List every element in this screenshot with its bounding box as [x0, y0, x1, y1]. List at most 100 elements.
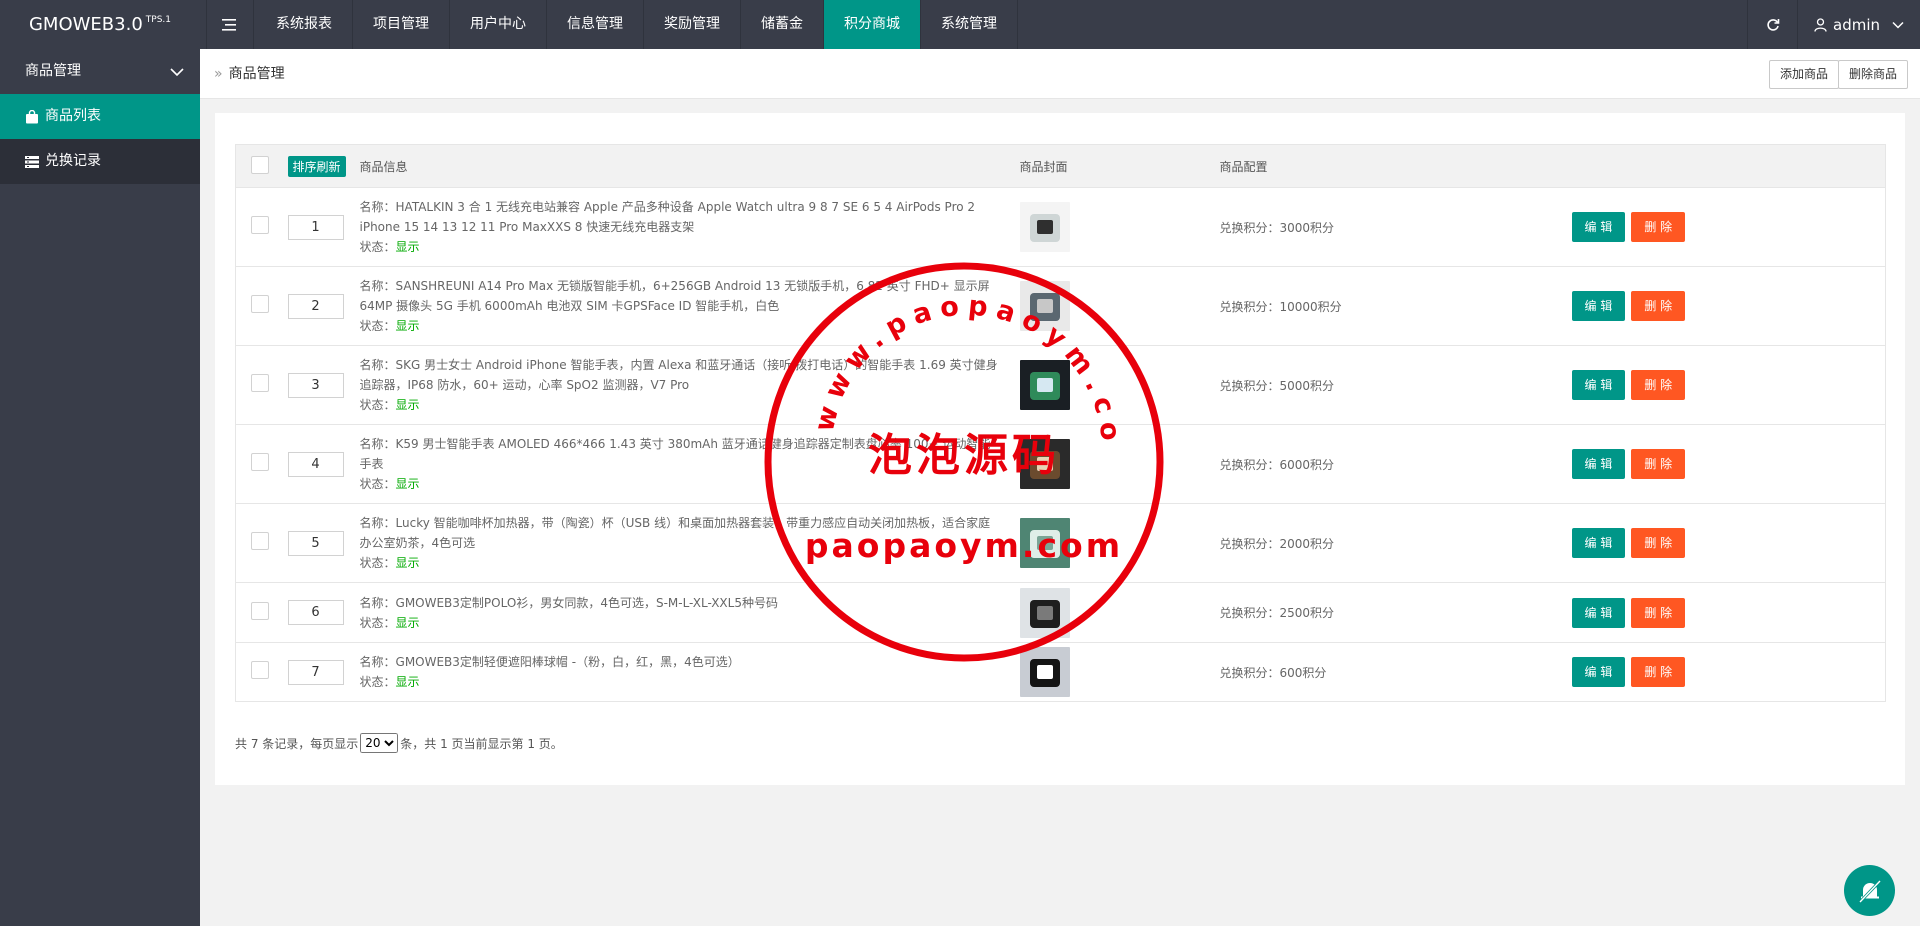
status-prefix: 状态： [359, 240, 396, 254]
edit-button[interactable]: 编 辑 [1571, 291, 1626, 321]
table-row: 名称：GMOWEB3定制轻便遮阳棒球帽 -（粉，白，红，黑，4色可选） 状态：显… [235, 642, 1886, 702]
goods-info: 名称：GMOWEB3定制轻便遮阳棒球帽 -（粉，白，红，黑，4色可选） 状态：显… [359, 642, 1020, 702]
breadcrumb-current: 商品管理 [228, 66, 285, 82]
sort-order-input[interactable] [287, 659, 344, 685]
goods-info: 名称：HATALKIN 3 合 1 无线充电站兼容 Apple 产品多种设备 A… [359, 187, 1020, 267]
name-prefix: 名称： [359, 358, 396, 372]
goods-status: 状态：显示 [360, 553, 1000, 573]
goods-cover-image[interactable] [1019, 439, 1070, 489]
sort-order-input[interactable] [287, 293, 344, 319]
nav-item-info[interactable]: 信息管理 [547, 0, 644, 49]
refresh-icon [1766, 18, 1779, 31]
goods-cover-image[interactable] [1019, 202, 1070, 252]
row-checkbox[interactable] [251, 453, 269, 471]
goods-config: 兑换积分：3000积分 [1219, 187, 1572, 267]
sidebar-group-goods[interactable]: 商品管理 [0, 49, 200, 94]
nav-item-savings[interactable]: 储蓄金 [741, 0, 824, 49]
sort-order-input[interactable] [287, 530, 344, 556]
status-prefix: 状态： [359, 477, 396, 491]
sort-order-input[interactable] [287, 451, 344, 477]
nav-item-users[interactable]: 用户中心 [450, 0, 547, 49]
sidebar-item-goods-list[interactable]: 商品列表 [0, 94, 200, 139]
goods-status: 状态：显示 [360, 316, 1000, 336]
status-value: 显示 [395, 615, 420, 630]
header-info: 商品信息 [359, 144, 1020, 188]
list-icon [25, 155, 39, 168]
delete-button[interactable]: 删 除 [1631, 291, 1686, 321]
row-checkbox[interactable] [251, 374, 269, 392]
row-checkbox[interactable] [251, 216, 269, 234]
delete-button[interactable]: 删 除 [1631, 657, 1686, 687]
goods-info: 名称：GMOWEB3定制POLO衫，男女同款，4色可选，S-M-L-XL-XXL… [359, 582, 1020, 643]
goods-name: 名称：SANSHREUNI A14 Pro Max 无锁版智能手机，6+256G… [360, 276, 1000, 316]
table-row: 名称：HATALKIN 3 合 1 无线充电站兼容 Apple 产品多种设备 A… [235, 187, 1886, 267]
delete-goods-button[interactable]: 删除商品 [1837, 60, 1908, 89]
goods-info: 名称：Lucky 智能咖啡杯加热器，带（陶瓷）杯（USB 线）和桌面加热器套装，… [359, 503, 1020, 583]
pager-prefix: 共 7 条记录，每页显示 [235, 736, 359, 751]
status-prefix: 状态： [359, 615, 396, 630]
goods-status: 状态：显示 [360, 237, 1000, 257]
goods-name-text: HATALKIN 3 合 1 无线充电站兼容 Apple 产品多种设备 Appl… [359, 200, 976, 234]
nav-item-reports[interactable]: 系统报表 [256, 0, 353, 49]
delete-button[interactable]: 删 除 [1631, 597, 1686, 628]
goods-config: 兑换积分：2500积分 [1219, 582, 1572, 643]
page-size-select[interactable]: 20 [360, 733, 399, 753]
goods-cover-image[interactable] [1019, 647, 1070, 697]
brand-version: TPS.1 [145, 15, 172, 25]
goods-name: 名称：GMOWEB3定制POLO衫，男女同款，4色可选，S-M-L-XL-XXL… [360, 593, 1000, 613]
chevron-down-icon [1892, 21, 1904, 29]
goods-config: 兑换积分：600积分 [1219, 642, 1572, 702]
goods-cover-image[interactable] [1019, 518, 1070, 568]
sort-order-input[interactable] [287, 372, 344, 398]
menu-toggle-button[interactable] [206, 0, 254, 49]
goods-info: 名称：SANSHREUNI A14 Pro Max 无锁版智能手机，6+256G… [359, 266, 1020, 346]
top-bar: GMOWEB3.0 TPS.1 系统报表 项目管理 用户中心 信息管理 奖励管理 … [0, 0, 1920, 49]
user-name: admin [1833, 15, 1880, 34]
goods-name: 名称：GMOWEB3定制轻便遮阳棒球帽 -（粉，白，红，黑，4色可选） [360, 652, 1000, 672]
delete-button[interactable]: 删 除 [1631, 212, 1686, 242]
select-all-checkbox[interactable] [251, 155, 269, 174]
sort-order-input[interactable] [287, 214, 344, 240]
add-goods-button[interactable]: 添加商品 [1768, 60, 1839, 89]
goods-name: 名称：K59 男士智能手表 AMOLED 466*466 1.43 英寸 380… [360, 434, 1000, 474]
status-prefix: 状态： [359, 675, 396, 689]
goods-cover-image[interactable] [1019, 360, 1070, 410]
edit-button[interactable]: 编 辑 [1571, 212, 1626, 242]
sort-order-input[interactable] [287, 600, 344, 625]
delete-button[interactable]: 删 除 [1631, 528, 1686, 558]
status-value: 显示 [395, 675, 420, 689]
user-menu[interactable]: admin [1797, 0, 1920, 49]
user-icon [1814, 17, 1827, 32]
goods-config: 兑换积分：2000积分 [1219, 503, 1572, 583]
nav-item-system[interactable]: 系统管理 [921, 0, 1018, 49]
status-value: 显示 [395, 398, 420, 412]
row-checkbox[interactable] [251, 295, 269, 313]
sort-refresh-button[interactable]: 排序刷新 [287, 155, 346, 177]
edit-button[interactable]: 编 辑 [1571, 657, 1626, 687]
nav-item-rewards[interactable]: 奖励管理 [644, 0, 741, 49]
edit-button[interactable]: 编 辑 [1571, 449, 1626, 479]
delete-button[interactable]: 删 除 [1631, 449, 1686, 479]
edit-button[interactable]: 编 辑 [1571, 528, 1626, 558]
pagination: 共 7 条记录，每页显示 20 条，共 1 页当前显示第 1 页。 [235, 733, 563, 753]
table-row: 名称：K59 男士智能手表 AMOLED 466*466 1.43 英寸 380… [235, 424, 1886, 504]
edit-button[interactable]: 编 辑 [1571, 597, 1626, 628]
row-checkbox[interactable] [251, 601, 269, 620]
row-checkbox[interactable] [251, 661, 269, 679]
edit-button[interactable]: 编 辑 [1571, 370, 1626, 400]
nav-item-points-mall[interactable]: 积分商城 [824, 0, 921, 49]
floating-help-button[interactable] [1844, 865, 1895, 916]
name-prefix: 名称： [359, 200, 396, 214]
nav-item-projects[interactable]: 项目管理 [353, 0, 450, 49]
row-checkbox[interactable] [251, 532, 269, 550]
refresh-button[interactable] [1747, 0, 1797, 49]
sidebar-item-exchange-records[interactable]: 兑换记录 [0, 139, 200, 184]
brand-logo[interactable]: GMOWEB3.0 TPS.1 [0, 0, 200, 49]
goods-cover-image[interactable] [1019, 281, 1070, 331]
delete-button[interactable]: 删 除 [1631, 370, 1686, 400]
goods-cover-image[interactable] [1019, 587, 1070, 638]
sidebar: 商品管理 商品列表 兑换记录 [0, 49, 200, 926]
name-prefix: 名称： [359, 595, 396, 610]
name-prefix: 名称： [359, 279, 396, 293]
status-value: 显示 [395, 240, 420, 254]
